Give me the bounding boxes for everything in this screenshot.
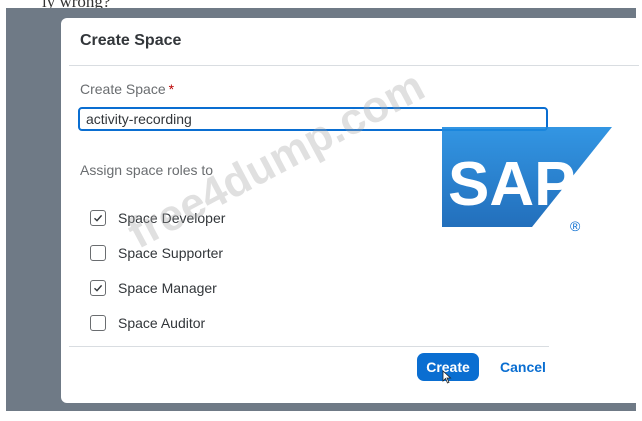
registered-mark: ® xyxy=(570,218,581,234)
role-space-developer[interactable]: Space Developer xyxy=(90,208,225,228)
checkmark-icon xyxy=(94,214,103,222)
roles-label: Assign space roles to xyxy=(80,162,214,178)
required-mark: * xyxy=(168,81,175,97)
space-manager-label: Space Manager xyxy=(118,280,217,296)
sap-logo-text: SAP xyxy=(448,150,575,219)
mouse-cursor-icon xyxy=(442,370,452,384)
space-auditor-label: Space Auditor xyxy=(118,315,206,331)
space-name-label-text: Create Space xyxy=(80,81,166,97)
dialog-title: Create Space xyxy=(80,32,182,49)
footer-divider xyxy=(69,346,549,347)
space-auditor-checkbox[interactable] xyxy=(90,315,106,331)
role-space-manager[interactable]: Space Manager xyxy=(90,278,217,298)
space-manager-checkbox[interactable] xyxy=(90,280,106,296)
sap-logo: SAP ® xyxy=(442,127,612,235)
space-developer-checkbox[interactable] xyxy=(90,210,106,226)
screenshot-page: ly wrong? Create Space Create Space* Ass… xyxy=(0,0,642,421)
role-space-supporter[interactable]: Space Supporter xyxy=(90,243,223,263)
space-developer-label: Space Developer xyxy=(118,210,226,226)
checkmark-icon xyxy=(94,284,103,292)
title-divider xyxy=(69,65,639,66)
space-supporter-label: Space Supporter xyxy=(118,245,224,261)
space-supporter-checkbox[interactable] xyxy=(90,245,106,261)
space-name-label: Create Space * xyxy=(80,81,174,97)
cancel-button[interactable]: Cancel xyxy=(492,353,554,381)
role-space-auditor[interactable]: Space Auditor xyxy=(90,313,205,333)
